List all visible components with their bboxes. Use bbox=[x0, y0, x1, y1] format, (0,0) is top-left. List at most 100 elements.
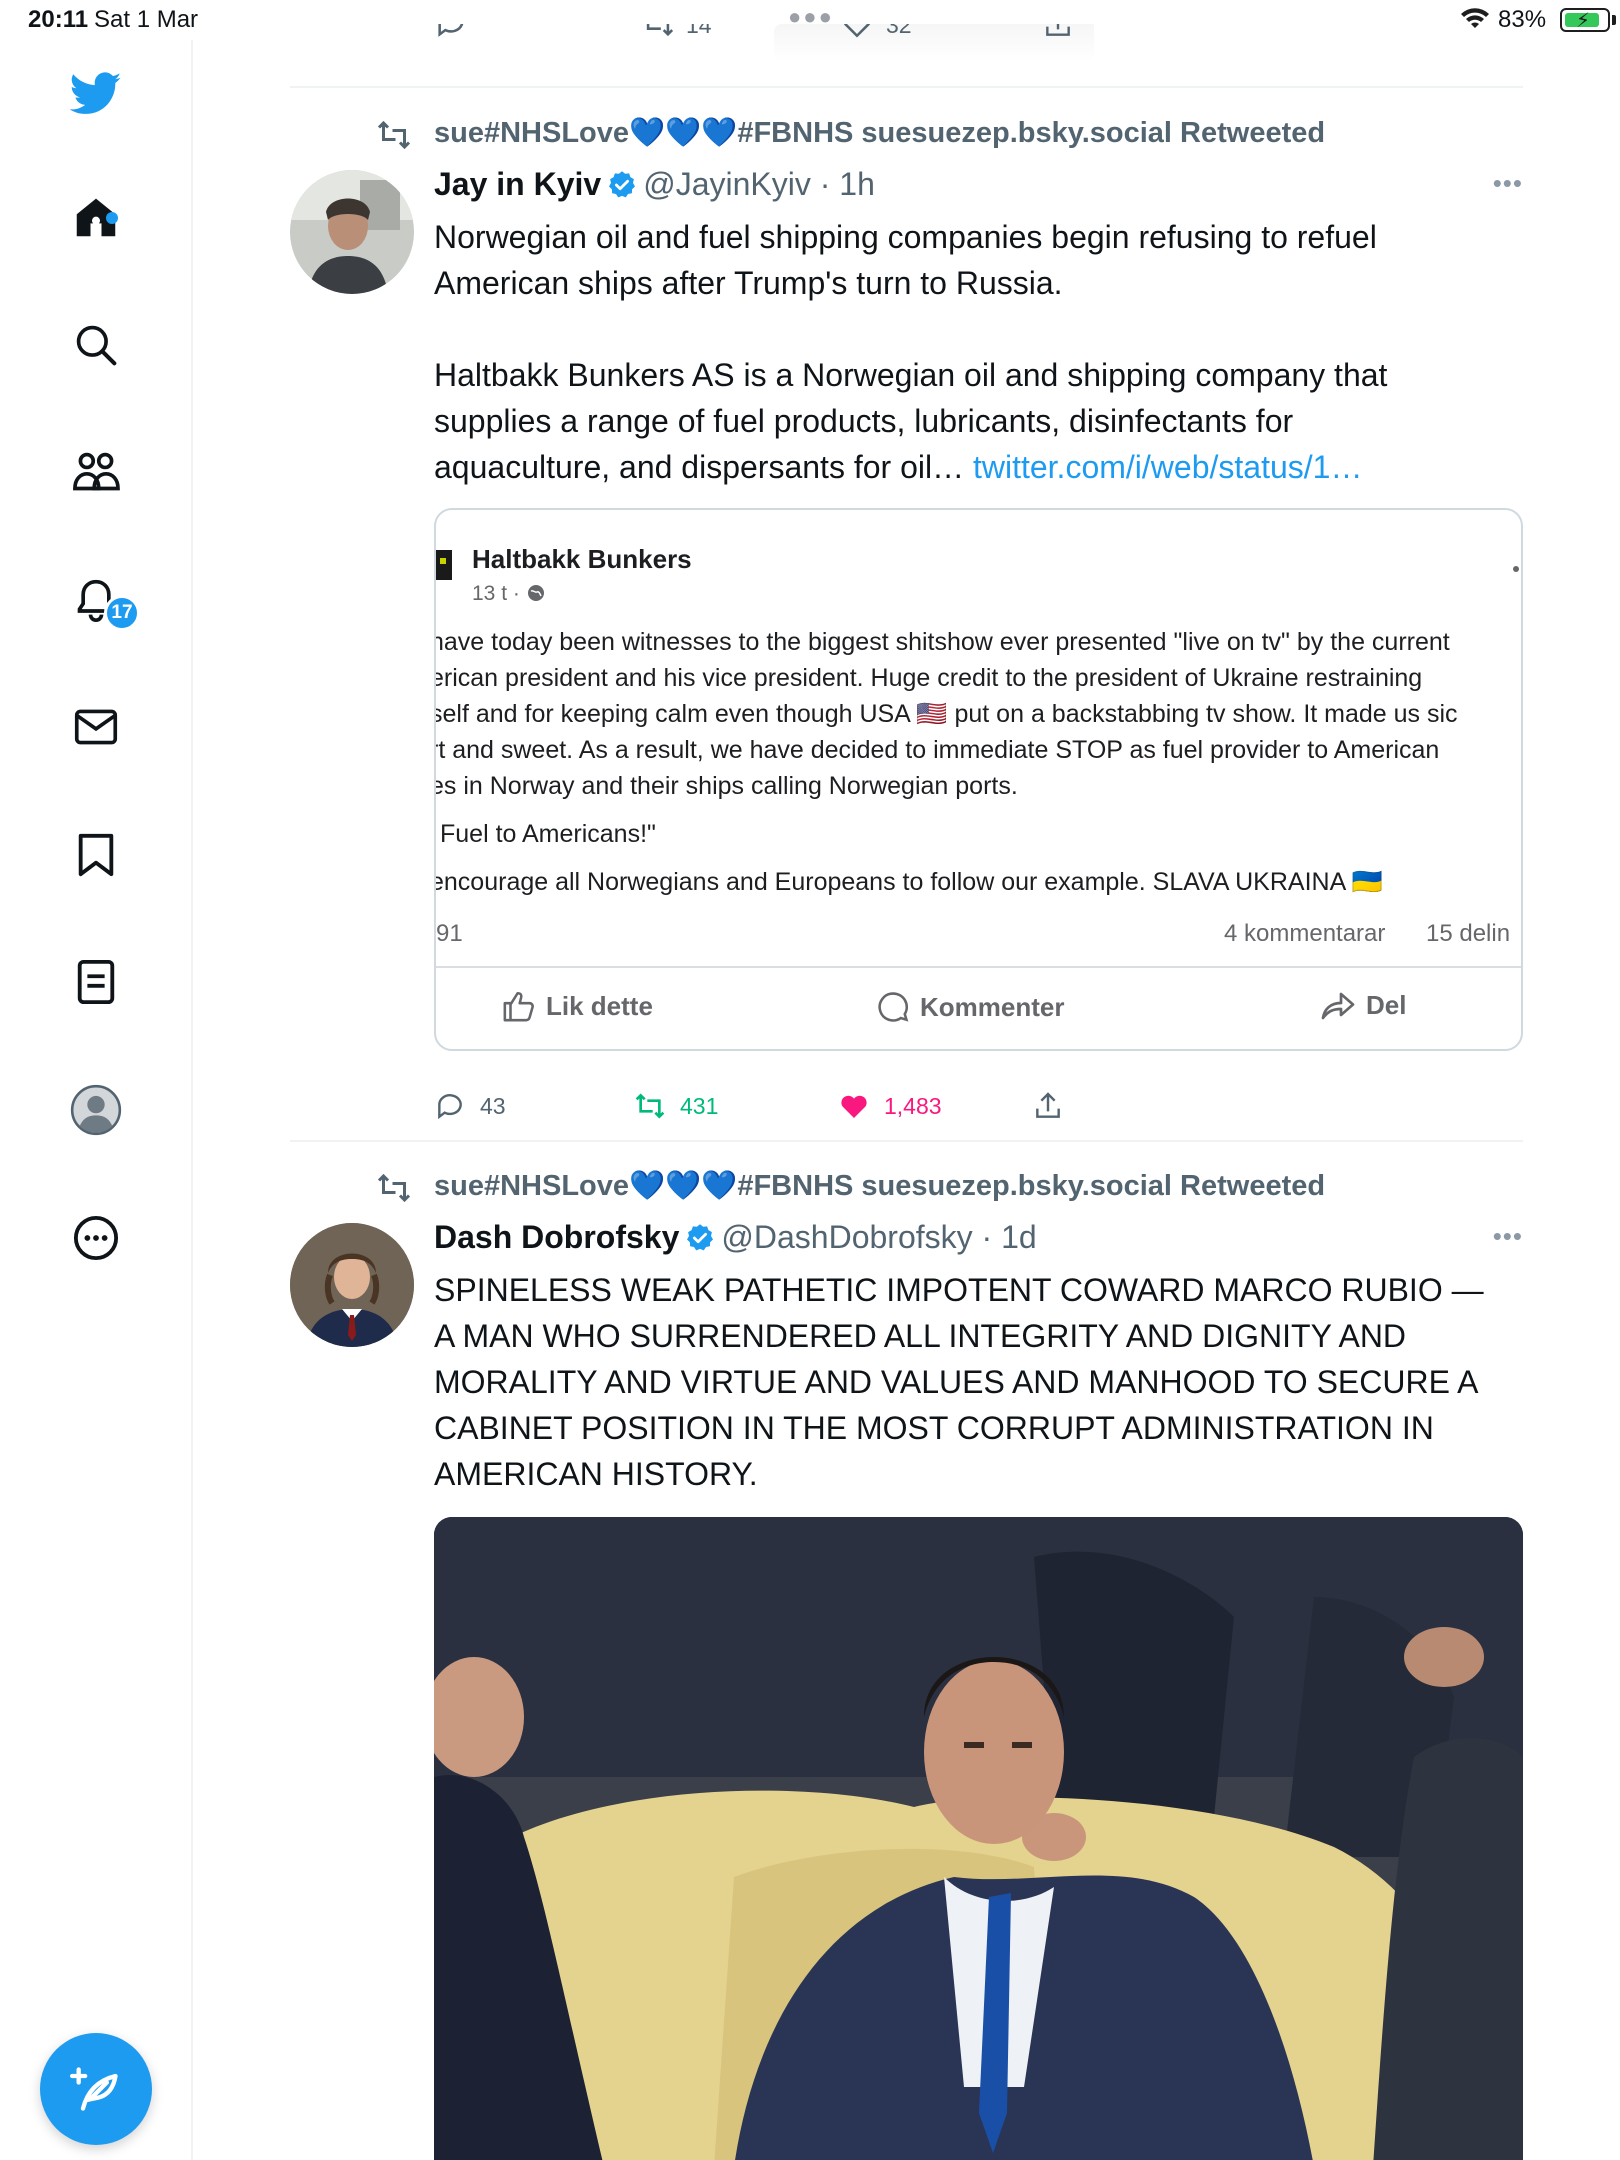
wifi-icon bbox=[1461, 8, 1489, 28]
fb-reaction-count: 91 bbox=[436, 920, 463, 947]
author-name[interactable]: Jay in Kyiv bbox=[434, 166, 601, 202]
retweet-button[interactable]: 431 bbox=[634, 1090, 718, 1122]
like-icon[interactable] bbox=[840, 24, 874, 40]
compose-tweet-button[interactable] bbox=[40, 2033, 152, 2145]
retweeted-by-label[interactable]: sue#NHSLove💙💙💙#FBNHS suesuezep.bsky.soci… bbox=[434, 1169, 1325, 1203]
author-handle[interactable]: @DashDobrofsky bbox=[721, 1219, 972, 1255]
status-date: Sat 1 Mar bbox=[94, 6, 199, 33]
comment-bubble-icon bbox=[878, 992, 909, 1022]
like-count: 1,483 bbox=[884, 1092, 942, 1119]
reply-icon[interactable] bbox=[434, 24, 468, 40]
communities-icon[interactable] bbox=[66, 442, 126, 502]
tweet-more-icon[interactable]: ••• bbox=[1493, 168, 1523, 199]
retweet-count: 431 bbox=[680, 1092, 719, 1119]
avatar[interactable] bbox=[290, 1223, 414, 1347]
search-icon[interactable] bbox=[66, 315, 126, 375]
share-icon bbox=[1036, 1092, 1060, 1118]
twitter-logo-icon[interactable] bbox=[66, 64, 126, 124]
photo-illustration bbox=[434, 1517, 1523, 2160]
retweeted-by-label[interactable]: sue#NHSLove💙💙💙#FBNHS suesuezep.bsky.soci… bbox=[434, 116, 1325, 150]
thumbs-up-icon bbox=[503, 991, 534, 1022]
tweet-dash-dobrofsky[interactable]: sue#NHSLove💙💙💙#FBNHS suesuezep.bsky.soci… bbox=[290, 1163, 1523, 2160]
fb-text-line: es in Norway and their ships calling Nor… bbox=[434, 772, 1018, 800]
tweet-jay-in-kyiv[interactable]: sue#NHSLove💙💙💙#FBNHS suesuezep.bsky.soci… bbox=[290, 110, 1524, 1120]
fb-comment-action: Kommenter bbox=[876, 990, 1064, 1024]
fb-divider bbox=[436, 966, 1521, 968]
fb-post-time: 13 t · bbox=[472, 582, 546, 606]
retweeted-icon bbox=[377, 1173, 411, 1203]
tweet-text: Norwegian oil and fuel shipping companie… bbox=[434, 214, 1524, 490]
profile-icon[interactable] bbox=[66, 1080, 126, 1140]
feather-plus-icon bbox=[70, 2067, 118, 2111]
battery-tip bbox=[1612, 15, 1616, 25]
share-arrow-icon bbox=[1321, 992, 1355, 1019]
previous-like-count: 32 bbox=[886, 24, 912, 38]
embedded-image-card[interactable]: Haltbakk Bunkers 13 t · have today been … bbox=[434, 508, 1523, 1051]
reply-icon bbox=[438, 1094, 462, 1120]
more-options-icon[interactable] bbox=[66, 1208, 126, 1268]
tweet-link[interactable]: twitter.com/i/web/status/1… bbox=[973, 449, 1362, 485]
tweet-time[interactable]: · 1d bbox=[982, 1219, 1037, 1255]
fb-share-count: 15 delin bbox=[1426, 920, 1511, 947]
fb-text-line: rt and sweet. As a result, we have decid… bbox=[434, 736, 1440, 764]
reply-button[interactable]: 43 bbox=[434, 1090, 506, 1122]
fb-share-label: Del bbox=[1366, 990, 1407, 1020]
battery-percent: 83% bbox=[1498, 6, 1547, 33]
notifications-badge: 17 bbox=[104, 595, 140, 631]
fb-share-action: Del bbox=[1320, 990, 1406, 1021]
tweet-text-line: Norwegian oil and fuel shipping companie… bbox=[434, 219, 1377, 255]
tweet-text-line: AMERICAN HISTORY. bbox=[434, 1456, 758, 1492]
tweet-time[interactable]: · 1h bbox=[820, 166, 875, 202]
charging-bolt-icon: ⚡ bbox=[1576, 10, 1591, 32]
share-button[interactable] bbox=[1032, 1090, 1064, 1122]
share-icon[interactable] bbox=[1042, 24, 1074, 40]
author-name[interactable]: Dash Dobrofsky bbox=[434, 1219, 679, 1255]
fb-like-action: Lik dette bbox=[502, 990, 653, 1022]
fb-more-icon bbox=[1513, 566, 1519, 572]
verified-badge-icon bbox=[609, 171, 636, 198]
previous-tweet-actions: 14 32 bbox=[434, 24, 1094, 64]
fb-text-line: encourage all Norwegians and Europeans t… bbox=[434, 868, 1383, 896]
page-logo bbox=[436, 550, 452, 580]
verified-badge-icon bbox=[687, 1224, 714, 1251]
lists-icon[interactable] bbox=[66, 952, 126, 1012]
fb-page-name: Haltbakk Bunkers bbox=[472, 544, 692, 574]
tweet-text-line: Haltbakk Bunkers AS is a Norwegian oil a… bbox=[434, 357, 1388, 393]
home-unread-dot bbox=[106, 212, 118, 224]
bookmarks-icon[interactable] bbox=[66, 825, 126, 885]
tweet-text-line: CABINET POSITION IN THE MOST CORRUPT ADM… bbox=[434, 1410, 1434, 1446]
fb-text-line: self and for keeping calm even though US… bbox=[434, 700, 1458, 728]
globe-icon bbox=[527, 585, 544, 601]
messages-icon[interactable] bbox=[66, 697, 126, 757]
fb-text-line: have today been witnesses to the biggest… bbox=[434, 628, 1450, 656]
author-handle[interactable]: @JayinKyiv bbox=[643, 166, 811, 202]
tweet-text-line: SPINELESS WEAK PATHETIC IMPOTENT COWARD … bbox=[434, 1272, 1484, 1308]
fb-text-line: erican president and his vice president.… bbox=[434, 664, 1423, 692]
tweet-text-line: American ships after Trump's turn to Rus… bbox=[434, 265, 1063, 301]
tweet-header: Jay in Kyiv @JayinKyiv · 1h bbox=[434, 166, 875, 203]
divider bbox=[290, 1140, 1523, 1142]
heart-filled-icon bbox=[841, 1095, 867, 1118]
retweeted-icon bbox=[377, 120, 411, 150]
tweet-header: Dash Dobrofsky @DashDobrofsky · 1d bbox=[434, 1219, 1037, 1256]
retweet-icon bbox=[635, 1093, 665, 1119]
divider bbox=[290, 86, 1523, 88]
fb-text-line: Fuel to Americans!" bbox=[440, 820, 656, 848]
avatar[interactable] bbox=[290, 170, 414, 294]
fb-comment-count: 4 kommentarar bbox=[1224, 920, 1386, 947]
fb-like-label: Lik dette bbox=[546, 990, 653, 1021]
tweet-media-image[interactable] bbox=[434, 1517, 1523, 2160]
fb-comment-label: Kommenter bbox=[920, 991, 1065, 1022]
previous-retweet-count: 14 bbox=[686, 24, 712, 38]
status-time: 20:11 bbox=[28, 6, 89, 33]
tweet-text-line: MORALITY AND VIRTUE AND VALUES AND MANHO… bbox=[434, 1364, 1479, 1400]
tweet-text-line: A MAN WHO SURRENDERED ALL INTEGRITY AND … bbox=[434, 1318, 1407, 1354]
sidebar: 17 bbox=[0, 40, 193, 2160]
tweet-text: SPINELESS WEAK PATHETIC IMPOTENT COWARD … bbox=[434, 1267, 1524, 1497]
reply-count: 43 bbox=[480, 1092, 506, 1119]
tweet-more-icon[interactable]: ••• bbox=[1493, 1221, 1523, 1252]
retweet-icon[interactable] bbox=[640, 24, 676, 40]
like-button[interactable]: 1,483 bbox=[838, 1090, 942, 1122]
tweet-actions: 43 431 1,483 bbox=[434, 1090, 1134, 1130]
tweet-text-line: supplies a range of fuel products, lubri… bbox=[434, 403, 1294, 439]
